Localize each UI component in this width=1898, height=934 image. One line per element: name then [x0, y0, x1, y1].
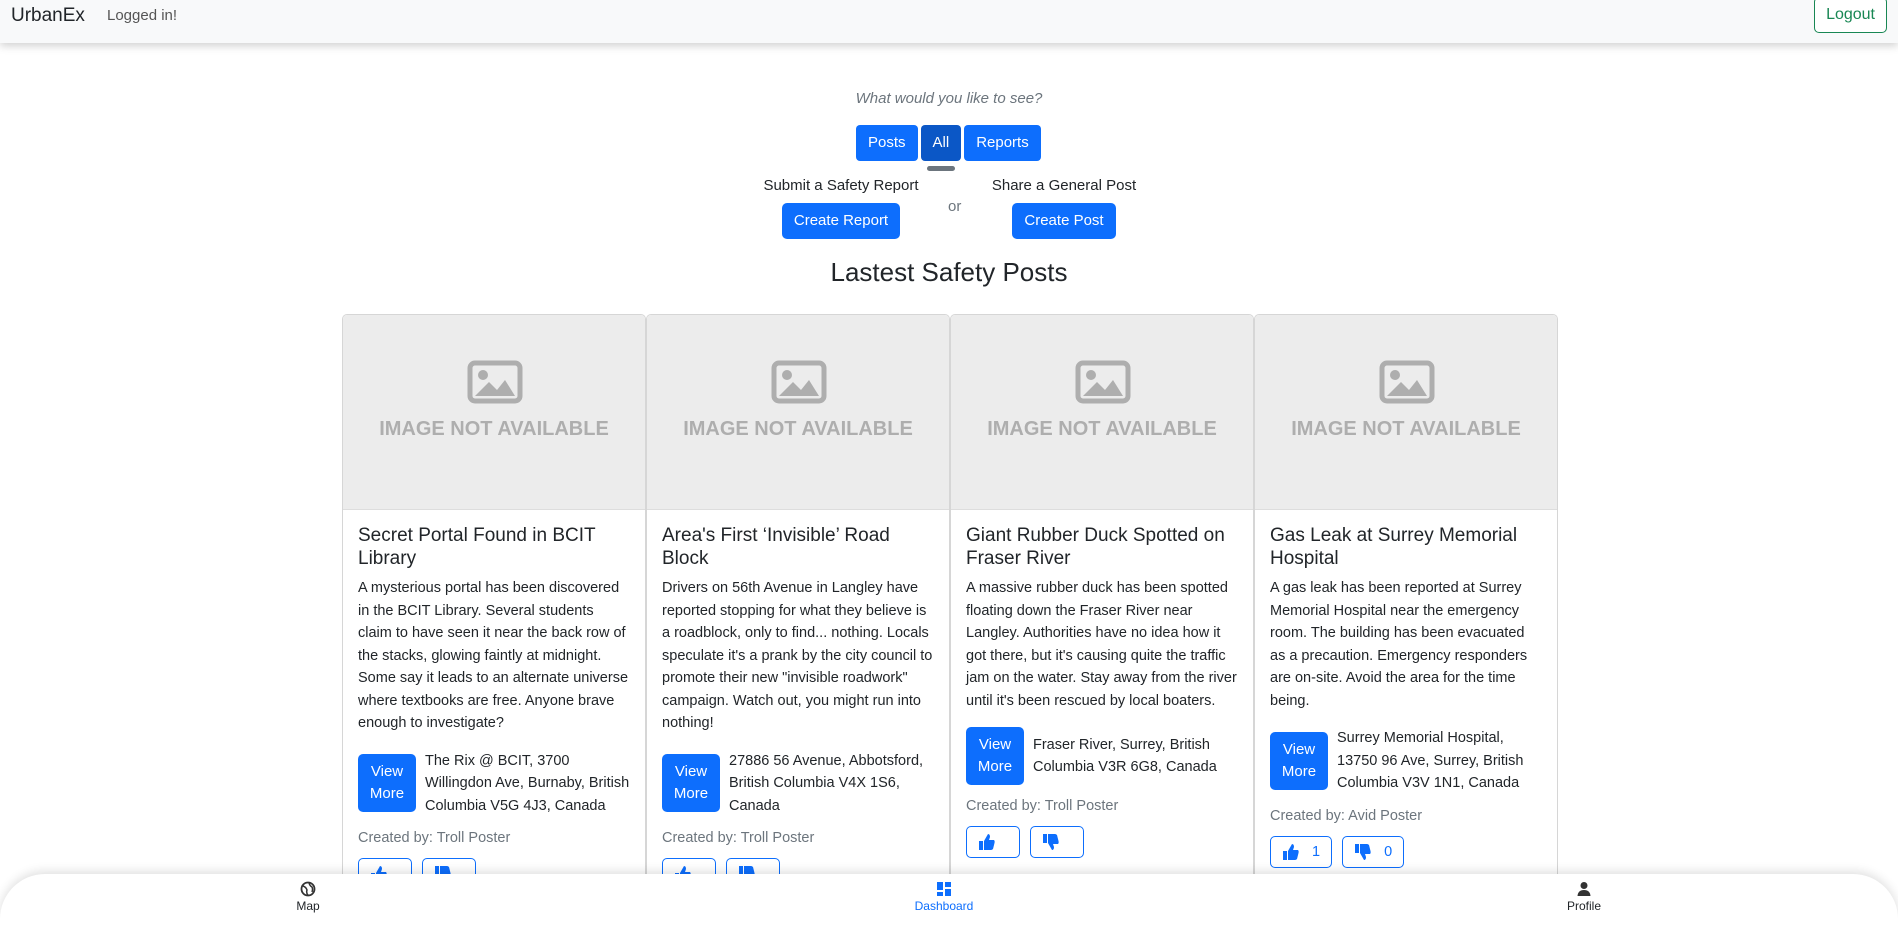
brand-logo[interactable]: UrbanEx [11, 5, 85, 27]
like-button[interactable]: 1 [1270, 835, 1333, 868]
thumbs-down-icon [1355, 843, 1371, 860]
bottom-navbar: Map Dashboard Profile [0, 874, 1898, 934]
image-icon [771, 360, 827, 404]
section-title: Lastest Safety Posts [830, 257, 1068, 287]
post-location: Surrey Memorial Hospital, 13750 96 Ave, … [1337, 730, 1524, 791]
post-card: IMAGE NOT AVAILABLE Secret Portal Found … [342, 314, 646, 934]
image-placeholder: IMAGE NOT AVAILABLE [1255, 315, 1557, 510]
view-more-button[interactable]: View More [358, 754, 416, 813]
post-card: IMAGE NOT AVAILABLE Area's First ‘Invisi… [646, 314, 950, 934]
create-post-button[interactable]: Create Post [1012, 203, 1116, 239]
post-description: A gas leak has been reported at Surrey M… [1270, 580, 1528, 709]
image-placeholder: IMAGE NOT AVAILABLE [343, 315, 645, 510]
nav-item-dashboard[interactable]: Dashboard [884, 881, 1004, 913]
post-title: Secret Portal Found in BCIT Library [358, 525, 596, 569]
image-icon [467, 360, 523, 404]
create-report-group: Submit a Safety Report Create Report [762, 177, 920, 239]
nav-label-dashboard: Dashboard [914, 899, 974, 913]
nav-label-map: Map [296, 899, 320, 913]
view-more-button[interactable]: View More [662, 754, 720, 813]
view-more-button[interactable]: View More [1270, 731, 1328, 790]
nav-label-profile: Profile [1566, 899, 1601, 913]
dislike-button[interactable] [1030, 826, 1084, 858]
post-title: Gas Leak at Surrey Memorial Hospital [1270, 525, 1518, 569]
like-button[interactable] [966, 826, 1020, 858]
post-author: Created by: Avid Poster [1270, 807, 1423, 824]
view-more-button[interactable]: View More [966, 727, 1024, 785]
post-description: A massive rubber duck has been spotted f… [966, 580, 1237, 709]
filter-prompt: What would you like to see? [855, 90, 1043, 107]
nav-item-map[interactable]: Map [248, 881, 368, 913]
filter-all-button[interactable]: All [920, 125, 962, 171]
dislike-count: 0 [1384, 843, 1393, 860]
image-not-available-text: IMAGE NOT AVAILABLE [379, 418, 609, 440]
image-icon [1379, 360, 1435, 404]
thumbs-up-icon [979, 834, 995, 850]
post-author: Created by: Troll Poster [966, 798, 1119, 814]
filter-all-label: All [932, 134, 950, 151]
thumbs-up-icon [1283, 843, 1299, 860]
filter-toggle-group: Posts All Reports [856, 125, 1041, 171]
globe-icon [300, 881, 316, 897]
create-post-group: Share a General Post Create Post [990, 177, 1138, 239]
image-not-available-text: IMAGE NOT AVAILABLE [683, 418, 913, 440]
like-count: 1 [1312, 843, 1321, 860]
active-filter-indicator [926, 166, 955, 171]
report-prompt: Submit a Safety Report [763, 177, 919, 194]
post-description: A mysterious portal has been discovered … [358, 580, 629, 731]
image-icon [1075, 360, 1131, 404]
post-location: 27886 56 Avenue, Abbotsford, British Col… [729, 752, 924, 814]
post-card: IMAGE NOT AVAILABLE Giant Rubber Duck Sp… [950, 314, 1254, 934]
nav-item-profile[interactable]: Profile [1524, 881, 1644, 913]
create-report-button[interactable]: Create Report [781, 203, 901, 239]
or-separator: or [948, 198, 962, 215]
image-placeholder: IMAGE NOT AVAILABLE [951, 315, 1253, 510]
image-placeholder: IMAGE NOT AVAILABLE [647, 315, 949, 510]
dislike-button[interactable]: 0 [1342, 835, 1405, 868]
image-not-available-text: IMAGE NOT AVAILABLE [1291, 418, 1521, 440]
person-icon [1577, 882, 1591, 896]
top-navbar: UrbanEx Logged in! Logout [0, 0, 1898, 43]
logout-button[interactable]: Logout [1814, 0, 1887, 33]
post-card: IMAGE NOT AVAILABLE Gas Leak at Surrey M… [1254, 314, 1558, 934]
post-title: Area's First ‘Invisible’ Road Block [662, 525, 890, 569]
filter-posts-button[interactable]: Posts [856, 125, 918, 161]
post-description: Drivers on 56th Avenue in Langley have r… [662, 580, 933, 731]
post-title: Giant Rubber Duck Spotted on Fraser Rive… [966, 525, 1225, 569]
thumbs-down-icon [1043, 834, 1059, 850]
post-author: Created by: Troll Poster [358, 830, 511, 846]
post-author: Created by: Troll Poster [662, 830, 815, 846]
filter-reports-button[interactable]: Reports [964, 125, 1041, 161]
post-prompt: Share a General Post [991, 177, 1137, 194]
login-status: Logged in! [107, 7, 178, 24]
post-location: The Rix @ BCIT, 3700 Willingdon Ave, Bur… [425, 752, 630, 814]
post-location: Fraser River, Surrey, British Columbia V… [1033, 736, 1217, 776]
dashboard-icon [937, 882, 951, 896]
image-not-available-text: IMAGE NOT AVAILABLE [987, 418, 1217, 440]
